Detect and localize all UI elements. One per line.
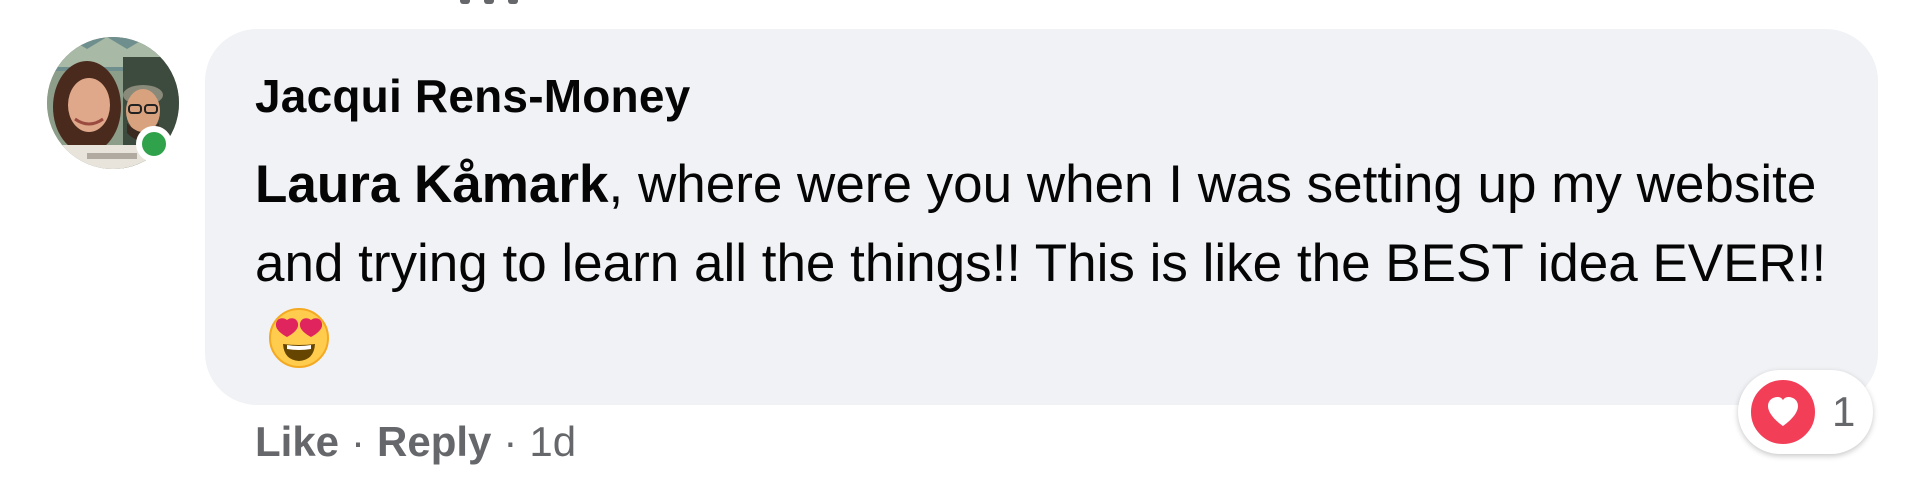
comment-bubble: Jacqui Rens-Money Laura Kåmark, where we… — [205, 29, 1878, 405]
timestamp[interactable]: 1d — [529, 418, 576, 465]
comment-author[interactable]: Jacqui Rens-Money — [255, 67, 690, 125]
separator: · — [351, 418, 366, 465]
separator: · — [503, 418, 518, 465]
comment: Jacqui Rens-Money Laura Kåmark, where we… — [0, 0, 1917, 480]
comment-text: Laura Kåmark, where were you when I was … — [255, 145, 1835, 382]
love-icon — [1748, 377, 1818, 447]
like-button[interactable]: Like — [255, 418, 339, 465]
comment-actions: Like · Reply · 1d — [255, 412, 576, 472]
heart-eyes-emoji — [267, 306, 331, 370]
reply-button[interactable]: Reply — [377, 418, 491, 465]
reaction-summary[interactable]: 1 — [1738, 370, 1874, 454]
online-status-indicator — [136, 126, 172, 162]
reaction-count: 1 — [1832, 388, 1856, 435]
mention-link[interactable]: Laura Kåmark — [255, 155, 609, 214]
